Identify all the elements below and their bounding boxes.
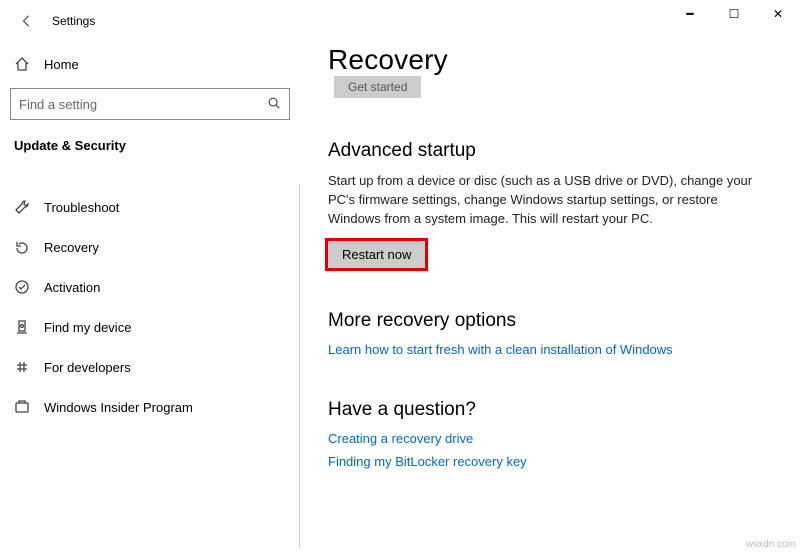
advanced-startup-body: Start up from a device or disc (such as …: [328, 172, 758, 229]
advanced-startup-section: Advanced startup Start up from a device …: [328, 140, 790, 268]
page-title: Recovery: [328, 44, 790, 76]
check-circle-icon: [14, 279, 30, 295]
sidebar-item-label: Find my device: [44, 320, 131, 335]
recovery-icon: [14, 239, 30, 255]
more-recovery-heading: More recovery options: [328, 310, 790, 332]
minimize-button[interactable]: ━: [668, 0, 712, 28]
sidebar-item-troubleshoot[interactable]: Troubleshoot: [8, 187, 292, 227]
more-recovery-section: More recovery options Learn how to start…: [328, 310, 790, 357]
location-icon: [14, 319, 30, 335]
main-content: Recovery Get started Advanced startup St…: [300, 34, 800, 548]
advanced-startup-heading: Advanced startup: [328, 140, 790, 162]
insider-icon: [14, 399, 30, 415]
fresh-install-link[interactable]: Learn how to start fresh with a clean in…: [328, 342, 790, 357]
sidebar-nav: Troubleshoot Recovery Activation Find my…: [8, 187, 292, 427]
sidebar: Home Find a setting Update & Security Tr…: [0, 34, 300, 548]
question-section: Have a question? Creating a recovery dri…: [328, 399, 790, 469]
developer-icon: [14, 359, 30, 375]
bitlocker-link[interactable]: Finding my BitLocker recovery key: [328, 454, 790, 469]
search-icon: [267, 96, 281, 113]
sidebar-item-recovery[interactable]: Recovery: [8, 227, 292, 267]
restart-now-button[interactable]: Restart now: [328, 241, 425, 268]
sidebar-home[interactable]: Home: [8, 46, 292, 82]
sidebar-item-label: Windows Insider Program: [44, 400, 193, 415]
sidebar-item-label: Troubleshoot: [44, 200, 119, 215]
window-title: Settings: [52, 14, 95, 28]
question-heading: Have a question?: [328, 399, 790, 421]
sidebar-home-label: Home: [44, 57, 79, 72]
window-controls: ━ ☐ ✕: [668, 0, 800, 28]
watermark: wsxdn.com: [746, 539, 796, 550]
home-icon: [14, 56, 30, 72]
sidebar-item-label: For developers: [44, 360, 131, 375]
maximize-button[interactable]: ☐: [712, 0, 756, 28]
close-button[interactable]: ✕: [756, 0, 800, 28]
wrench-icon: [14, 199, 30, 215]
search-placeholder: Find a setting: [19, 97, 97, 112]
sidebar-item-windows-insider[interactable]: Windows Insider Program: [8, 387, 292, 427]
recovery-drive-link[interactable]: Creating a recovery drive: [328, 431, 790, 446]
sidebar-item-for-developers[interactable]: For developers: [8, 347, 292, 387]
sidebar-category: Update & Security: [8, 130, 292, 167]
sidebar-item-activation[interactable]: Activation: [8, 267, 292, 307]
back-arrow-icon[interactable]: [20, 14, 34, 28]
sidebar-item-label: Activation: [44, 280, 100, 295]
get-started-button[interactable]: Get started: [334, 76, 421, 98]
search-input[interactable]: Find a setting: [10, 88, 290, 120]
sidebar-item-find-my-device[interactable]: Find my device: [8, 307, 292, 347]
sidebar-item-label: Recovery: [44, 240, 99, 255]
